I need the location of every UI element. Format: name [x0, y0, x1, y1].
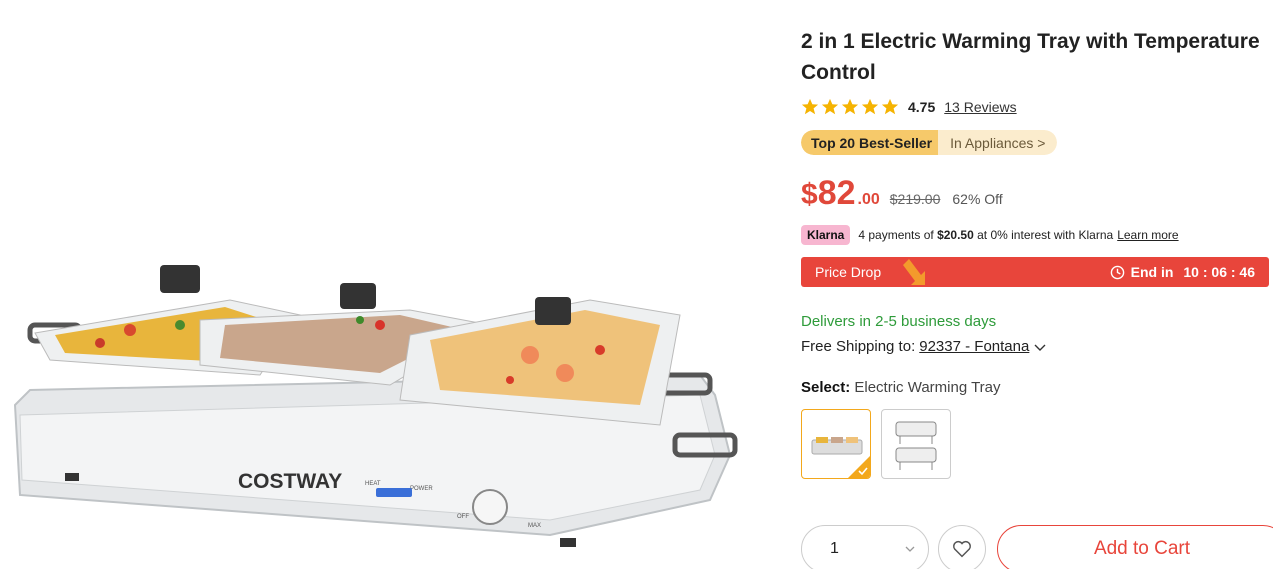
variant-options: [801, 409, 951, 479]
product-image[interactable]: COSTWAY HEAT POWER OFF MAX: [10, 255, 750, 555]
check-icon: [848, 456, 870, 478]
klarna-text: 4 payments of $20.50 at 0% interest with…: [858, 228, 1113, 242]
variant-select-label: Select: Electric Warming Tray: [801, 379, 1001, 396]
countdown-label: End in: [1130, 264, 1174, 280]
discount-label: 62% Off: [952, 191, 1003, 207]
price-drop-banner: Price Drop End in 10 : 06 : 46: [801, 257, 1269, 287]
zip-location-link[interactable]: 92337 - Fontana: [919, 338, 1029, 355]
klarna-amount: $20.50: [937, 228, 974, 242]
select-value: Electric Warming Tray: [854, 379, 1001, 396]
star-icon: [841, 98, 859, 115]
reviews-link[interactable]: 13 Reviews: [944, 99, 1016, 115]
product-gallery[interactable]: COSTWAY HEAT POWER OFF MAX: [0, 0, 780, 569]
clock-icon: [1110, 265, 1124, 279]
variant-chafing-dish[interactable]: [881, 409, 951, 479]
star-icon: [861, 98, 879, 115]
price-cents: .00: [857, 191, 880, 208]
klarna-learn-more-link[interactable]: Learn more: [1117, 228, 1178, 242]
image-heat-label: HEAT: [365, 481, 381, 487]
price-drop-label: Price Drop: [815, 264, 882, 280]
image-off-label: OFF: [457, 514, 469, 520]
image-max-label: MAX: [528, 523, 541, 529]
down-arrow-icon: [903, 259, 925, 285]
star-icon: [881, 98, 899, 115]
quantity-value: 1: [830, 540, 839, 557]
countdown-timer: 10 : 06 : 46: [1183, 264, 1255, 280]
delivery-eta: Delivers in 2-5 business days: [801, 313, 997, 330]
add-to-cart-button[interactable]: Add to Cart: [997, 525, 1273, 569]
klarna-logo: Klarna: [801, 225, 851, 245]
price-integer: 82: [817, 174, 856, 212]
klarna-row: Klarna 4 payments of $20.50 at 0% intere…: [801, 224, 1179, 246]
price-currency: $: [801, 178, 818, 211]
countdown: End in 10 : 06 : 46: [1110, 264, 1255, 280]
category-link[interactable]: In Appliances >: [938, 130, 1058, 155]
klarna-prefix: 4 payments of: [858, 228, 934, 242]
rating-row: 4.75 13 Reviews: [801, 96, 1017, 118]
klarna-suffix: at 0% interest with Klarna: [977, 228, 1114, 242]
wishlist-button[interactable]: [938, 525, 986, 569]
price-row: $ 82 .00 $219.00 62% Off: [801, 174, 1003, 216]
quantity-select[interactable]: 1: [801, 525, 929, 569]
chevron-down-icon[interactable]: [1033, 340, 1047, 354]
image-brand-text: COSTWAY: [238, 470, 342, 493]
star-rating: [801, 98, 899, 116]
product-info: 2 in 1 Electric Warming Tray with Temper…: [801, 0, 1273, 569]
shipping-label: Free Shipping to:: [801, 338, 916, 355]
variant-chafing-dish-thumbnail: [895, 421, 937, 470]
shipping-row: Free Shipping to: 92337 - Fontana: [801, 338, 1047, 355]
heart-icon: [953, 540, 971, 558]
bestseller-label: Top 20 Best-Seller: [801, 130, 939, 155]
star-icon: [821, 98, 839, 115]
variant-warming-tray[interactable]: [801, 409, 871, 479]
product-page: COSTWAY HEAT POWER OFF MAX 2 in 1 Electr…: [0, 0, 1273, 569]
star-icon: [801, 98, 819, 115]
select-label: Select:: [801, 379, 851, 396]
product-title: 2 in 1 Electric Warming Tray with Temper…: [801, 30, 1260, 84]
original-price: $219.00: [889, 191, 941, 207]
rating-value: 4.75: [908, 99, 936, 115]
chevron-down-icon: [905, 546, 915, 552]
bestseller-badge[interactable]: Top 20 Best-Seller In Appliances >: [801, 130, 1058, 155]
image-power-label: POWER: [410, 486, 433, 492]
